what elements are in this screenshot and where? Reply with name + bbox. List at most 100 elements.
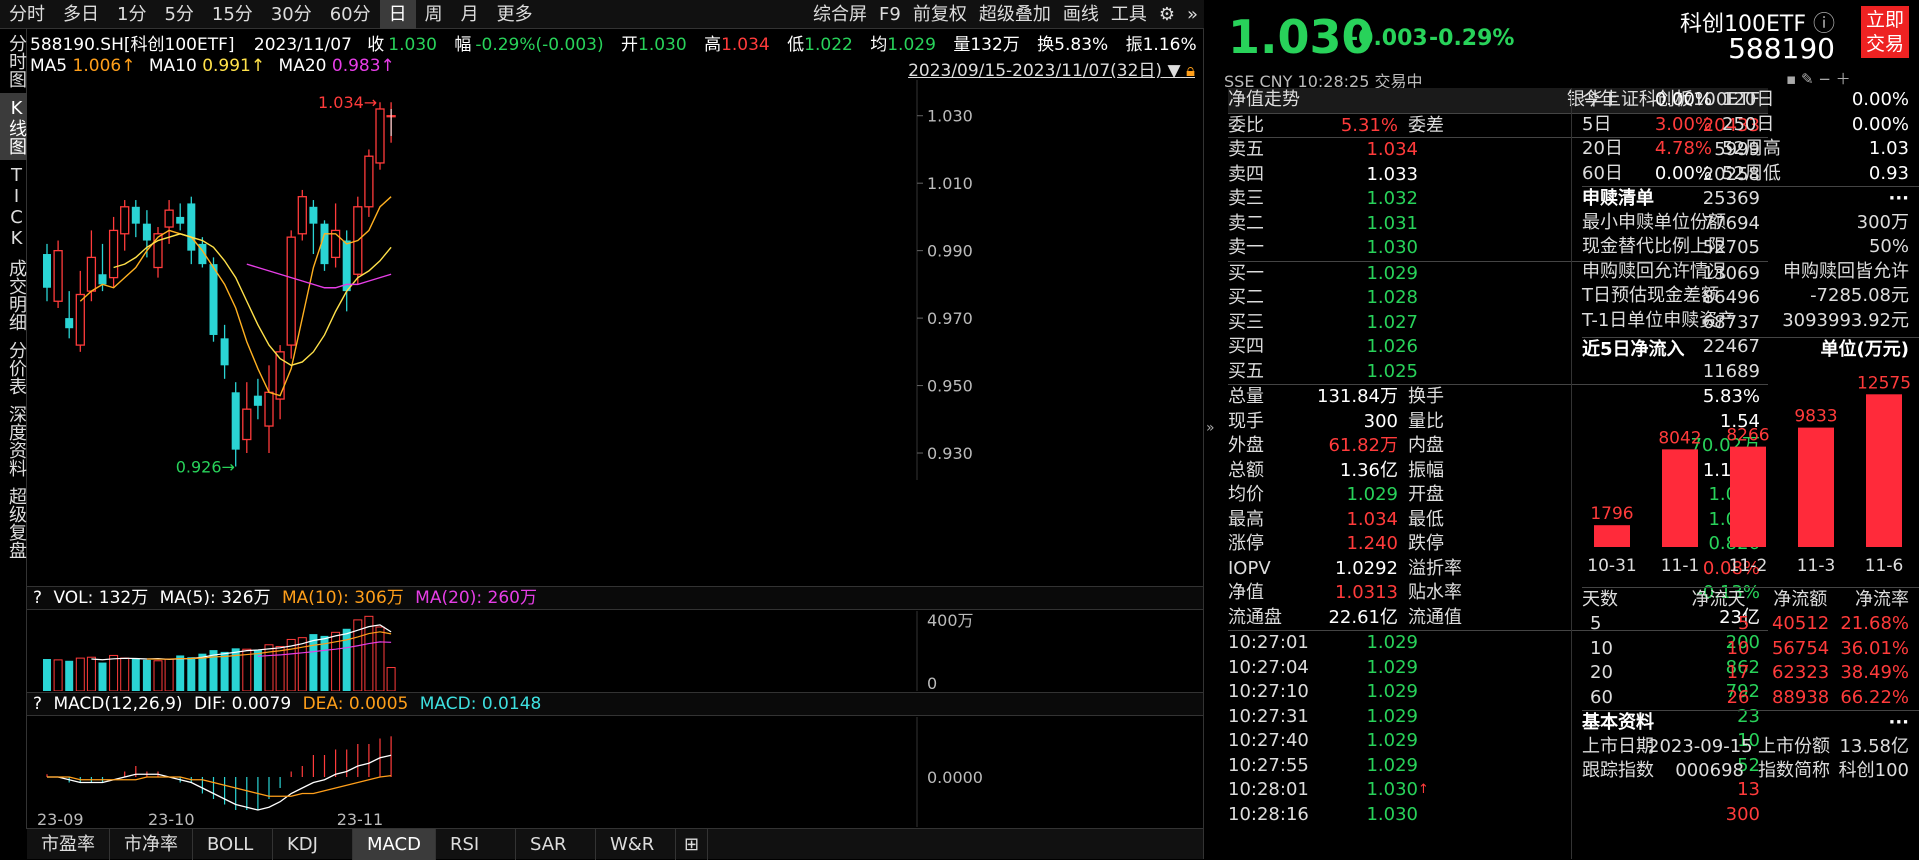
candle-body bbox=[286, 236, 296, 346]
stat-label: 流通盘 bbox=[1228, 606, 1282, 628]
date-tick-label: 23-10 bbox=[148, 810, 195, 827]
candle-body bbox=[220, 338, 229, 366]
more-icon[interactable]: ··· bbox=[1888, 187, 1919, 211]
flow-cell: 20 bbox=[1590, 662, 1613, 683]
edit-icon[interactable]: ✎ bbox=[1801, 70, 1814, 88]
volume-bar bbox=[75, 657, 85, 691]
vol-ma20-label: MA(20): 260万 bbox=[415, 588, 537, 608]
period-tab[interactable]: 15分 bbox=[203, 0, 262, 29]
add-tab-icon[interactable]: ⊞ bbox=[676, 829, 709, 860]
indicator-tab[interactable]: SAR bbox=[516, 829, 596, 860]
volume-bar bbox=[98, 662, 107, 691]
minus-icon[interactable]: − bbox=[1818, 70, 1831, 88]
toolbar-item[interactable]: 画线 bbox=[1057, 0, 1105, 29]
period-tab[interactable]: 日 bbox=[379, 0, 416, 29]
flow-header-row: 天数 净流天 净流额 净流率 bbox=[1582, 588, 1919, 613]
track-index-label: 跟踪指数 bbox=[1582, 760, 1654, 781]
period-tab[interactable]: 周 bbox=[416, 0, 452, 29]
period-tab[interactable]: 月 bbox=[452, 0, 488, 29]
tick-time: 10:27:31 bbox=[1228, 705, 1309, 727]
ma10-value: 0.991↑ bbox=[202, 56, 266, 76]
perf-label: 52周低 bbox=[1722, 162, 1781, 184]
expand-chevron-icon[interactable]: » bbox=[1206, 420, 1215, 436]
side-tab[interactable]: 分价表 bbox=[0, 336, 27, 400]
side-tab[interactable]: 深度资料 bbox=[0, 400, 27, 482]
period-tab[interactable]: 多日 bbox=[54, 0, 108, 29]
side-tab[interactable]: K线图 bbox=[0, 93, 27, 160]
side-tab[interactable]: 分时图 bbox=[0, 29, 27, 93]
period-tab[interactable]: 更多 bbox=[488, 0, 542, 29]
level-price: 1.030 bbox=[1366, 237, 1418, 258]
volume-bar bbox=[286, 638, 296, 691]
period-tab[interactable]: 分时 bbox=[0, 0, 54, 29]
tick-time: 10:27:10 bbox=[1228, 681, 1309, 702]
candle-body bbox=[209, 264, 218, 335]
toolbar-item[interactable]: F9 bbox=[873, 0, 907, 29]
help-icon[interactable]: ? bbox=[33, 588, 42, 608]
toolbar-item[interactable]: 工具 bbox=[1105, 0, 1153, 29]
sub-label: 现金替代比例上限 bbox=[1582, 236, 1726, 257]
perf-value: 3.00% bbox=[1654, 113, 1712, 135]
indicator-tab[interactable]: MACD bbox=[353, 829, 436, 860]
toolbar-item[interactable]: 综合屏 bbox=[807, 0, 873, 29]
side-tab[interactable]: 超级复盘 bbox=[0, 482, 27, 564]
lock-icon[interactable]: 🔒︎ bbox=[1186, 61, 1195, 81]
indicator-tab[interactable]: BOLL bbox=[193, 829, 273, 860]
up-arrow-icon bbox=[1418, 656, 1434, 681]
perf-row: 5日 3.00% 250日 0.00% bbox=[1582, 113, 1919, 138]
inflow-unit: 单位(万元) bbox=[1820, 339, 1909, 360]
indicator-tab[interactable]: KDJ bbox=[273, 829, 353, 860]
indicator-tab[interactable]: 市净率 bbox=[110, 829, 193, 860]
help-icon[interactable]: ? bbox=[33, 694, 42, 714]
period-tab[interactable]: 60分 bbox=[321, 0, 380, 29]
ma5-value: 1.006↑ bbox=[72, 56, 136, 76]
period-tab[interactable]: 5分 bbox=[155, 0, 202, 29]
indicator-tab[interactable]: 市盈率 bbox=[27, 829, 110, 860]
weicha-label: 委差 bbox=[1408, 114, 1444, 136]
kline-chart[interactable]: 1.030 1.010 0.990 0.970 0.950 0.930 1.034→ 0.92… bbox=[27, 80, 1203, 580]
swing-value: 1.16% bbox=[1142, 35, 1197, 55]
gear-icon[interactable]: ⚙ bbox=[1153, 0, 1181, 29]
small-tool-icons: ▪ ✎ − ＋ bbox=[1786, 68, 1851, 89]
date-range-text: 2023/09/15-2023/11/07(32日) bbox=[908, 61, 1163, 81]
dea-line bbox=[47, 774, 392, 797]
stat-label: 跌停 bbox=[1408, 533, 1444, 554]
level-price: 1.032 bbox=[1366, 188, 1418, 209]
chart-area: 分时 多日 1分 5分 15分 30分 60分日周月更多 综合屏 F9 前复权 超级叠加 画线 工具 ⚙»… bbox=[0, 0, 1204, 860]
more-icon[interactable]: ··· bbox=[1888, 711, 1919, 735]
plus-icon[interactable]: ＋ bbox=[1836, 70, 1851, 88]
macd-chart[interactable]: 0.0000 23-09 23-10 23-11 bbox=[27, 717, 1203, 827]
date-range-link[interactable]: 2023/09/15-2023/11/07(32日) ▼ 🔒︎ bbox=[908, 56, 1195, 81]
period-tab[interactable]: 1分 bbox=[108, 0, 155, 29]
subscription-row: 最小申赎单位份额 300万 bbox=[1582, 211, 1919, 236]
macd-dif: DIF: 0.0079 bbox=[193, 694, 292, 714]
flow-header: 天数 bbox=[1582, 588, 1618, 610]
volume-chart[interactable]: 400万 0 bbox=[27, 611, 1203, 691]
toolbar-item[interactable]: 前复权 bbox=[907, 0, 973, 29]
toolbar-item[interactable]: 超级叠加 bbox=[973, 0, 1057, 29]
trade-now-button[interactable]: 立即交易 bbox=[1861, 6, 1909, 58]
stat-label: 总量 bbox=[1228, 386, 1264, 407]
sub-label: 申购赎回允许情况 bbox=[1582, 260, 1726, 282]
vol-value-label: VOL: 132万 bbox=[53, 588, 149, 608]
perf-label: 250日 bbox=[1722, 113, 1775, 135]
volume-bar bbox=[176, 655, 185, 691]
indicator-tab[interactable]: RSI bbox=[436, 829, 516, 860]
double-chevron-right-icon[interactable]: » bbox=[1181, 0, 1204, 29]
candle-body bbox=[43, 254, 51, 288]
stat-label: IOPV bbox=[1228, 557, 1271, 579]
settings-icon[interactable]: ▪ bbox=[1786, 70, 1796, 88]
side-tabs: 分时图 K线图 TICK 成交明细 分价表 深度资料 超级复盘 bbox=[0, 29, 27, 829]
inflow-date-label: 11-3 bbox=[1797, 556, 1836, 576]
tick-price: 1.029 bbox=[1366, 632, 1418, 653]
level-label: 买一 bbox=[1228, 262, 1264, 284]
side-tab[interactable]: 成交明细 bbox=[0, 254, 27, 336]
period-tab[interactable]: 30分 bbox=[262, 0, 321, 29]
indicator-tab[interactable]: W&R bbox=[596, 829, 676, 860]
side-tab[interactable]: TICK bbox=[0, 160, 27, 254]
weibi-value: 5.31% bbox=[1340, 114, 1398, 136]
stat-label: 溢折率 bbox=[1408, 557, 1462, 579]
perf-row: 20日 4.78% 52周高 1.03 bbox=[1582, 137, 1919, 162]
triangle-down-icon[interactable]: ▼ bbox=[1167, 61, 1180, 81]
stat-value: 1.36亿 bbox=[1339, 459, 1398, 481]
